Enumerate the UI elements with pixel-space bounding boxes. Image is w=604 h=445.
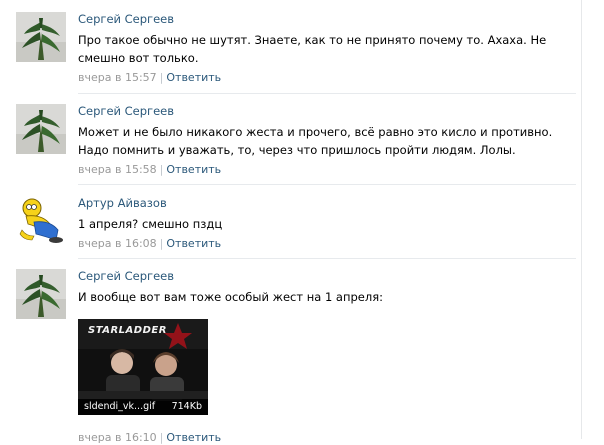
attachment-size: 714Kb bbox=[171, 401, 202, 412]
avatar[interactable] bbox=[16, 269, 66, 319]
comment-text: Может и не было никакого жеста и прочего… bbox=[78, 125, 553, 157]
comment-time[interactable]: вчера в 16:10 bbox=[78, 431, 157, 444]
comment-meta: вчера в 15:58 | Ответить bbox=[78, 163, 576, 177]
avatar[interactable] bbox=[16, 104, 66, 154]
meta-separator: | bbox=[159, 431, 164, 444]
attachment-caption: sldendi_vk...gif 714Kb bbox=[78, 399, 208, 415]
reply-link[interactable]: Ответить bbox=[166, 71, 221, 84]
comment-divider bbox=[78, 258, 576, 259]
comment-time[interactable]: вчера в 15:58 bbox=[78, 163, 157, 176]
comment-divider bbox=[78, 184, 576, 185]
comment-author[interactable]: Сергей Сергеев bbox=[78, 269, 576, 283]
comment-meta: вчера в 16:10 | Ответить bbox=[78, 431, 221, 445]
attachment-filename: sldendi_vk...gif bbox=[84, 401, 156, 412]
comment-time[interactable]: вчера в 16:08 bbox=[78, 237, 157, 250]
comment-text: 1 апреля? смешно пздц bbox=[78, 217, 223, 231]
reply-link[interactable]: Ответить bbox=[166, 237, 221, 250]
comment-text: И вообще вот вам тоже особый жест на 1 а… bbox=[78, 290, 383, 304]
reply-link[interactable]: Ответить bbox=[166, 163, 221, 176]
comment-text: Про такое обычно не шутят. Знаете, как т… bbox=[78, 33, 547, 65]
plant-avatar-icon bbox=[16, 104, 66, 154]
plant-avatar-icon bbox=[16, 12, 66, 62]
cartoon-avatar-icon bbox=[16, 196, 66, 246]
scrollbar[interactable] bbox=[581, 0, 582, 439]
meta-separator: | bbox=[159, 237, 164, 250]
comment-author[interactable]: Артур Айвазов bbox=[78, 196, 576, 210]
comment-author[interactable]: Сергей Сергеев bbox=[78, 12, 576, 26]
comment-meta: вчера в 15:57 | Ответить bbox=[78, 71, 576, 85]
comment-author[interactable]: Сергей Сергеев bbox=[78, 104, 576, 118]
avatar[interactable] bbox=[16, 12, 66, 62]
attachment-brand: STARLADDER bbox=[88, 325, 167, 336]
comment-meta: вчера в 16:08 | Ответить bbox=[78, 237, 576, 251]
reply-link[interactable]: Ответить bbox=[166, 431, 221, 444]
meta-separator: | bbox=[159, 163, 164, 176]
comment-divider bbox=[78, 93, 576, 94]
comment-time[interactable]: вчера в 15:57 bbox=[78, 71, 157, 84]
gif-attachment[interactable]: STARLADDER sldendi_vk...gif 714Kb bbox=[78, 319, 208, 415]
avatar[interactable] bbox=[16, 196, 66, 246]
plant-avatar-icon bbox=[16, 269, 66, 319]
meta-separator: | bbox=[159, 71, 164, 84]
